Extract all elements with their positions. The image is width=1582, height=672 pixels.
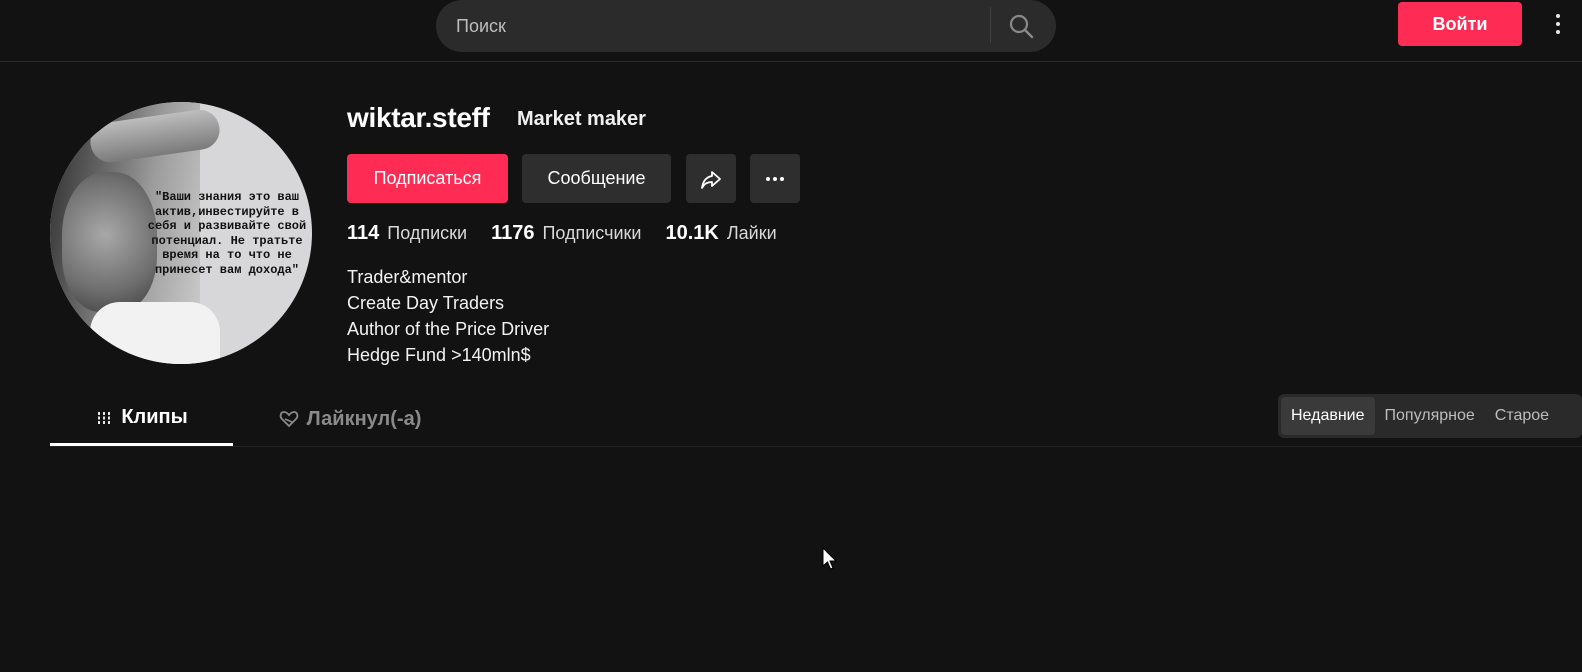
search-icon (1009, 14, 1034, 39)
login-button[interactable]: Войти (1398, 2, 1522, 46)
search-divider (990, 7, 991, 43)
tab-liked[interactable]: Лайкнул(-а) (260, 392, 440, 446)
stat-value: 114 (347, 222, 380, 244)
share-button[interactable] (686, 154, 736, 203)
sort-segmented-control: Недавние Популярное Старое (1278, 394, 1582, 438)
bio-line: Hedge Fund >140mln$ (347, 345, 531, 365)
tab-clips[interactable]: Клипы (50, 392, 233, 446)
kebab-dot (1556, 22, 1560, 26)
message-button[interactable]: Сообщение (522, 154, 671, 203)
bio-line: Trader&mentor (347, 267, 468, 287)
sort-option-oldest[interactable]: Старое (1485, 397, 1559, 435)
profile-username: wiktar.steff (347, 102, 490, 133)
profile-stats: 114 Подписки 1176 Подписчики 10.1K Лайки (347, 222, 801, 245)
profile-bio: Trader&mentor Create Day Traders Author … (347, 264, 549, 368)
stat-label: Подписчики (542, 223, 642, 243)
follow-button[interactable]: Подписаться (347, 154, 508, 203)
share-icon (701, 170, 721, 189)
kebab-dot (1556, 30, 1560, 34)
search-button[interactable] (1004, 10, 1038, 42)
avatar-photo-shirt (90, 302, 220, 364)
bio-line: Author of the Price Driver (347, 319, 550, 339)
bio-line: Create Day Traders (347, 293, 505, 313)
sort-option-popular[interactable]: Популярное (1375, 397, 1485, 435)
kebab-menu-icon[interactable] (1548, 8, 1568, 40)
stat-label: Подписки (387, 223, 468, 243)
more-options-button[interactable] (750, 154, 800, 203)
profile-nickname: Market maker (517, 108, 646, 130)
avatar-quote-text: "Ваши знания это ваш актив,инвестируйте … (147, 190, 307, 277)
heart-outline-icon (279, 410, 299, 428)
top-bar: Войти (0, 0, 1582, 62)
tab-label: Лайкнул(-а) (306, 407, 422, 430)
stat-label: Лайки (726, 223, 777, 243)
avatar[interactable]: "Ваши знания это ваш актив,инвестируйте … (50, 102, 312, 364)
grid-lines-icon (95, 409, 113, 427)
stat-following[interactable]: 114 Подписки (347, 222, 467, 245)
kebab-dot (1556, 14, 1560, 18)
mouse-cursor-icon (822, 546, 838, 576)
search-bar (436, 0, 1056, 52)
stat-value: 10.1K (665, 222, 719, 244)
sort-option-recent[interactable]: Недавние (1281, 397, 1375, 435)
stat-likes: 10.1K Лайки (665, 222, 776, 245)
stat-value: 1176 (491, 222, 535, 244)
tab-label: Клипы (121, 406, 188, 428)
more-horizontal-icon (766, 176, 784, 181)
stat-followers[interactable]: 1176 Подписчики (491, 222, 641, 245)
search-input[interactable] (456, 0, 996, 52)
